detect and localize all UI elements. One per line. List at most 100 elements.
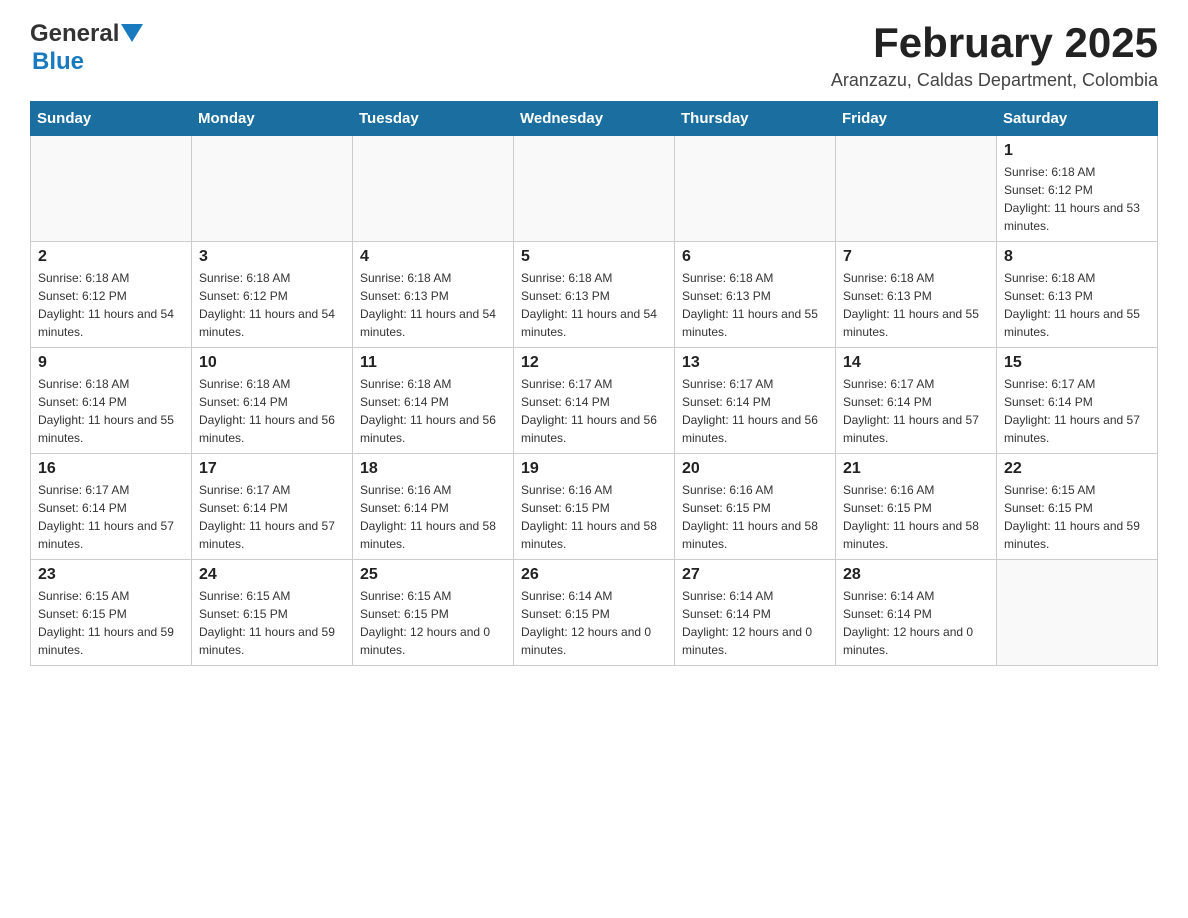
day-number: 19 [521,460,667,478]
day-info: Sunrise: 6:15 AM Sunset: 6:15 PM Dayligh… [38,587,184,659]
calendar-cell: 20 Sunrise: 6:16 AM Sunset: 6:15 PM Dayli… [675,454,836,560]
calendar-cell: 18Sunrise: 6:16 AM Sunset: 6:14 PM Dayli… [353,454,514,560]
day-info: Sunrise: 6:18 AM Sunset: 6:13 PM Dayligh… [521,269,667,341]
day-info: Sunrise: 6:17 AM Sunset: 6:14 PM Dayligh… [199,481,345,553]
day-info: Sunrise: 6:18 AM Sunset: 6:14 PM Dayligh… [199,375,345,447]
day-info: Sunrise: 6:16 AM Sunset: 6:15 PM Dayligh… [843,481,989,553]
calendar-cell: 5 Sunrise: 6:18 AM Sunset: 6:13 PM Daylig… [514,242,675,348]
day-number: 18 [360,460,506,478]
calendar-week-3: 16 Sunrise: 6:17 AM Sunset: 6:14 PM Dayli… [31,454,1158,560]
calendar-cell: 15 Sunrise: 6:17 AM Sunset: 6:14 PM Dayli… [997,348,1158,454]
calendar-cell: 25 Sunrise: 6:15 AM Sunset: 6:15 PM Dayli… [353,560,514,666]
day-number: 5 [521,248,667,266]
day-number: 16 [38,460,184,478]
calendar-cell: 10 Sunrise: 6:18 AM Sunset: 6:14 PM Dayli… [192,348,353,454]
day-number: 25 [360,566,506,584]
day-info: Sunrise: 6:15 AM Sunset: 6:15 PM Dayligh… [199,587,345,659]
calendar-cell: 1 Sunrise: 6:18 AM Sunset: 6:12 PM Daylig… [997,136,1158,242]
day-info: Sunrise: 6:15 AM Sunset: 6:15 PM Dayligh… [360,587,506,659]
calendar-cell: 12Sunrise: 6:17 AM Sunset: 6:14 PM Dayli… [514,348,675,454]
day-number: 17 [199,460,345,478]
day-info: Sunrise: 6:16 AM Sunset: 6:15 PM Dayligh… [682,481,828,553]
calendar-cell: 17 Sunrise: 6:17 AM Sunset: 6:14 PM Dayli… [192,454,353,560]
logo-blue-text: Blue [32,48,84,75]
calendar-body: 1 Sunrise: 6:18 AM Sunset: 6:12 PM Daylig… [31,136,1158,666]
day-info: Sunrise: 6:18 AM Sunset: 6:12 PM Dayligh… [1004,163,1150,235]
day-info: Sunrise: 6:17 AM Sunset: 6:14 PM Dayligh… [38,481,184,553]
calendar-week-2: 9 Sunrise: 6:18 AM Sunset: 6:14 PM Daylig… [31,348,1158,454]
title-block: February 2025 Aranzazu, Caldas Departmen… [831,20,1158,91]
calendar-cell [997,560,1158,666]
day-number: 12 [521,354,667,372]
weekday-header-sunday: Sunday [31,102,192,136]
day-number: 20 [682,460,828,478]
calendar-cell: 9 Sunrise: 6:18 AM Sunset: 6:14 PM Daylig… [31,348,192,454]
day-info: Sunrise: 6:18 AM Sunset: 6:14 PM Dayligh… [360,375,506,447]
day-info: Sunrise: 6:18 AM Sunset: 6:13 PM Dayligh… [843,269,989,341]
day-info: Sunrise: 6:15 AM Sunset: 6:15 PM Dayligh… [1004,481,1150,553]
day-number: 26 [521,566,667,584]
day-number: 14 [843,354,989,372]
day-info: Sunrise: 6:18 AM Sunset: 6:12 PM Dayligh… [38,269,184,341]
calendar-cell: 14 Sunrise: 6:17 AM Sunset: 6:14 PM Dayli… [836,348,997,454]
day-number: 23 [38,566,184,584]
day-info: Sunrise: 6:18 AM Sunset: 6:12 PM Dayligh… [199,269,345,341]
weekday-header-monday: Monday [192,102,353,136]
page-header: General Blue February 2025 Aranzazu, Cal… [30,20,1158,91]
calendar-cell: 16 Sunrise: 6:17 AM Sunset: 6:14 PM Dayli… [31,454,192,560]
logo-arrow-icon [121,24,143,46]
calendar-cell: 27Sunrise: 6:14 AM Sunset: 6:14 PM Dayli… [675,560,836,666]
day-number: 1 [1004,142,1150,160]
day-info: Sunrise: 6:14 AM Sunset: 6:14 PM Dayligh… [843,587,989,659]
calendar-cell [514,136,675,242]
day-number: 7 [843,248,989,266]
calendar-cell: 3 Sunrise: 6:18 AM Sunset: 6:12 PM Daylig… [192,242,353,348]
weekday-header-row: SundayMondayTuesdayWednesdayThursdayFrid… [31,102,1158,136]
day-number: 22 [1004,460,1150,478]
day-info: Sunrise: 6:17 AM Sunset: 6:14 PM Dayligh… [682,375,828,447]
calendar-cell [353,136,514,242]
calendar-week-4: 23 Sunrise: 6:15 AM Sunset: 6:15 PM Dayli… [31,560,1158,666]
weekday-header-thursday: Thursday [675,102,836,136]
day-number: 28 [843,566,989,584]
day-info: Sunrise: 6:18 AM Sunset: 6:14 PM Dayligh… [38,375,184,447]
day-info: Sunrise: 6:16 AM Sunset: 6:15 PM Dayligh… [521,481,667,553]
day-info: Sunrise: 6:17 AM Sunset: 6:14 PM Dayligh… [1004,375,1150,447]
day-number: 15 [1004,354,1150,372]
calendar-week-0: 1 Sunrise: 6:18 AM Sunset: 6:12 PM Daylig… [31,136,1158,242]
day-number: 10 [199,354,345,372]
calendar-week-1: 2 Sunrise: 6:18 AM Sunset: 6:12 PM Daylig… [31,242,1158,348]
day-number: 11 [360,354,506,372]
calendar-cell: 22 Sunrise: 6:15 AM Sunset: 6:15 PM Dayli… [997,454,1158,560]
calendar-cell [192,136,353,242]
calendar-cell: 2 Sunrise: 6:18 AM Sunset: 6:12 PM Daylig… [31,242,192,348]
calendar-cell: 8 Sunrise: 6:18 AM Sunset: 6:13 PM Daylig… [997,242,1158,348]
calendar-table: SundayMondayTuesdayWednesdayThursdayFrid… [30,101,1158,666]
calendar-cell: 26Sunrise: 6:14 AM Sunset: 6:15 PM Dayli… [514,560,675,666]
calendar-cell: 13 Sunrise: 6:17 AM Sunset: 6:14 PM Dayli… [675,348,836,454]
day-info: Sunrise: 6:17 AM Sunset: 6:14 PM Dayligh… [843,375,989,447]
day-number: 2 [38,248,184,266]
day-number: 27 [682,566,828,584]
day-number: 8 [1004,248,1150,266]
calendar-header: SundayMondayTuesdayWednesdayThursdayFrid… [31,102,1158,136]
day-number: 9 [38,354,184,372]
calendar-cell: 4Sunrise: 6:18 AM Sunset: 6:13 PM Daylig… [353,242,514,348]
day-number: 21 [843,460,989,478]
calendar-cell [675,136,836,242]
calendar-cell: 7 Sunrise: 6:18 AM Sunset: 6:13 PM Daylig… [836,242,997,348]
calendar-cell [31,136,192,242]
calendar-cell: 11 Sunrise: 6:18 AM Sunset: 6:14 PM Dayli… [353,348,514,454]
calendar-cell: 28 Sunrise: 6:14 AM Sunset: 6:14 PM Dayli… [836,560,997,666]
day-info: Sunrise: 6:18 AM Sunset: 6:13 PM Dayligh… [1004,269,1150,341]
logo: General Blue [30,20,143,76]
calendar-cell: 24 Sunrise: 6:15 AM Sunset: 6:15 PM Dayli… [192,560,353,666]
day-number: 3 [199,248,345,266]
weekday-header-friday: Friday [836,102,997,136]
day-info: Sunrise: 6:18 AM Sunset: 6:13 PM Dayligh… [682,269,828,341]
day-number: 24 [199,566,345,584]
weekday-header-wednesday: Wednesday [514,102,675,136]
page-subtitle: Aranzazu, Caldas Department, Colombia [831,70,1158,91]
day-number: 13 [682,354,828,372]
day-number: 6 [682,248,828,266]
